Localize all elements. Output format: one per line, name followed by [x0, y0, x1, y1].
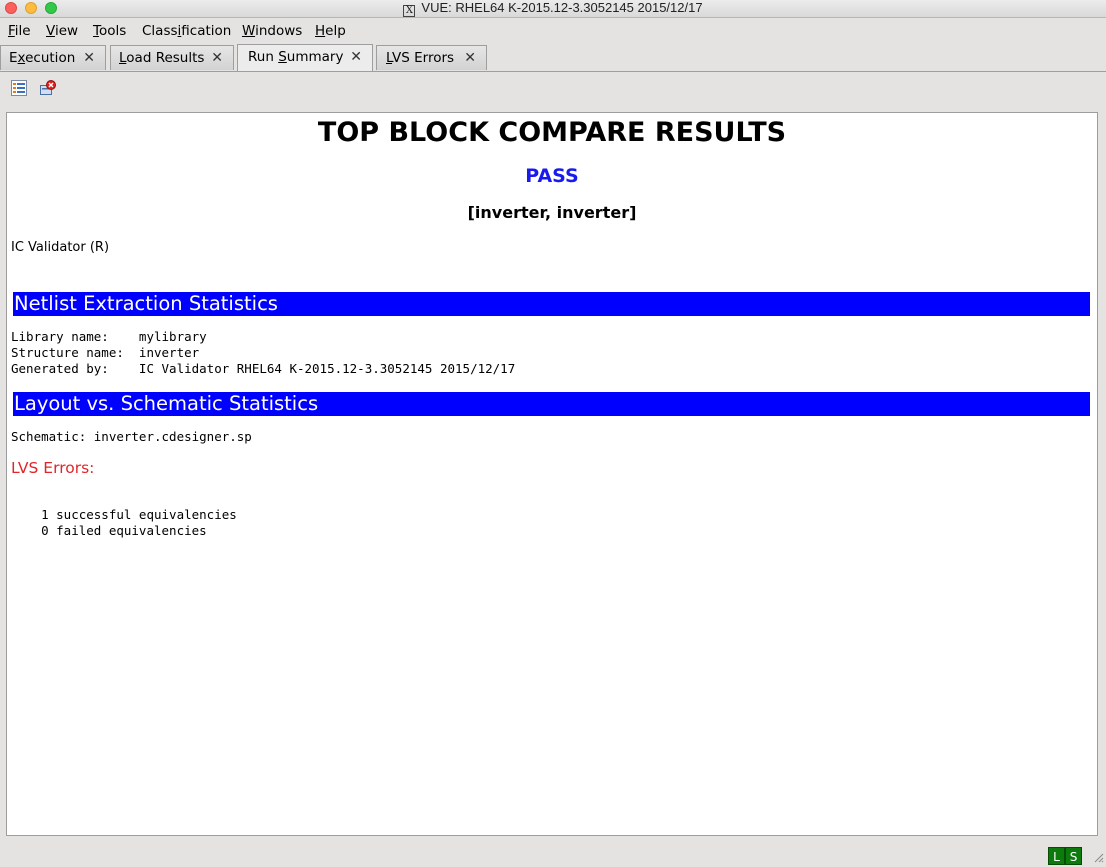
report-title: TOP BLOCK COMPARE RESULTS [317, 117, 787, 148]
menu-classification-label: fication [181, 23, 232, 39]
menu-classification-prefix: Class [142, 23, 178, 39]
menu-file-mnemonic: F [8, 23, 15, 39]
menu-view[interactable]: View [46, 23, 78, 39]
structure-name-line: Structure name: inverter [11, 345, 200, 360]
menu-file[interactable]: File [8, 23, 31, 39]
tab-run-summary[interactable]: Run Summary ✕ [237, 44, 373, 71]
menu-file-label: ile [14, 23, 31, 39]
successful-equivalencies-line: 1 successful equivalencies [11, 507, 237, 522]
menu-tools[interactable]: Tools [93, 23, 126, 39]
tab-execution-prefix: E [9, 50, 18, 66]
run-summary-panel: TOP BLOCK COMPARE RESULTS PASS [inverter… [6, 112, 1098, 836]
resize-grip-icon[interactable] [1092, 851, 1104, 863]
window-title-text: VUE: RHEL64 K-2015.12-3.3052145 2015/12/… [421, 0, 703, 15]
result-status: PASS [525, 165, 579, 187]
schematic-line: Schematic: inverter.cdesigner.sp [11, 429, 252, 444]
tab-lvs-errors-label: VS Errors [392, 50, 455, 66]
menu-view-label: iew [54, 23, 79, 39]
lvs-section-header: Layout vs. Schematic Statistics [13, 392, 1090, 416]
tab-load-results[interactable]: Load Results ✕ [110, 45, 234, 70]
tab-bar: Execution ✕ Load Results ✕ Run Summary ✕… [0, 44, 1106, 72]
menu-windows-label: indows [255, 23, 303, 39]
menu-tools-label: ools [98, 23, 127, 39]
failed-equivalencies-line: 0 failed equivalencies [11, 523, 207, 538]
status-s-indicator: S [1065, 847, 1082, 865]
menu-bar: File View Tools Classification Windows H… [0, 18, 1106, 43]
tab-execution[interactable]: Execution ✕ [0, 45, 106, 70]
menu-view-mnemonic: V [46, 23, 55, 39]
menu-classification[interactable]: Classification [142, 23, 231, 39]
netlist-section-header: Netlist Extraction Statistics [13, 292, 1090, 316]
status-l-indicator: L [1048, 847, 1065, 865]
list-view-icon[interactable] [11, 80, 27, 96]
menu-help-mnemonic: H [315, 23, 326, 39]
tab-lvs-errors[interactable]: LVS Errors ✕ [376, 45, 487, 70]
generated-by-line: Generated by: IC Validator RHEL64 K-2015… [11, 361, 516, 376]
window-title: X VUE: RHEL64 K-2015.12-3.3052145 2015/12… [0, 0, 1106, 17]
tool-name: IC Validator (R) [11, 240, 110, 255]
close-icon[interactable]: ✕ [350, 45, 362, 69]
tab-divider [0, 71, 1106, 72]
lvs-errors-label: LVS Errors: [11, 459, 95, 477]
menu-windows[interactable]: Windows [242, 23, 302, 39]
tab-run-summary-label: ummary [286, 49, 344, 65]
window-title-bar: X VUE: RHEL64 K-2015.12-3.3052145 2015/12… [0, 0, 1106, 18]
clear-errors-icon[interactable] [40, 80, 56, 96]
library-name-line: Library name: mylibrary [11, 329, 207, 344]
tab-run-summary-prefix: Run [248, 49, 279, 65]
close-icon[interactable]: ✕ [83, 46, 95, 70]
close-icon[interactable]: ✕ [211, 46, 223, 70]
menu-help[interactable]: Help [315, 23, 346, 39]
menu-help-label: elp [325, 23, 346, 39]
close-icon[interactable]: ✕ [464, 46, 476, 70]
compared-pair: [inverter, inverter] [467, 203, 637, 222]
tab-execution-mnemonic: x [17, 50, 26, 66]
toolbar [0, 73, 1106, 103]
tab-load-results-label: oad Results [126, 50, 205, 66]
menu-windows-mnemonic: W [242, 23, 256, 39]
tab-execution-label: ecution [25, 50, 76, 66]
tab-run-summary-mnemonic: S [278, 49, 287, 65]
x11-icon: X [403, 5, 416, 17]
